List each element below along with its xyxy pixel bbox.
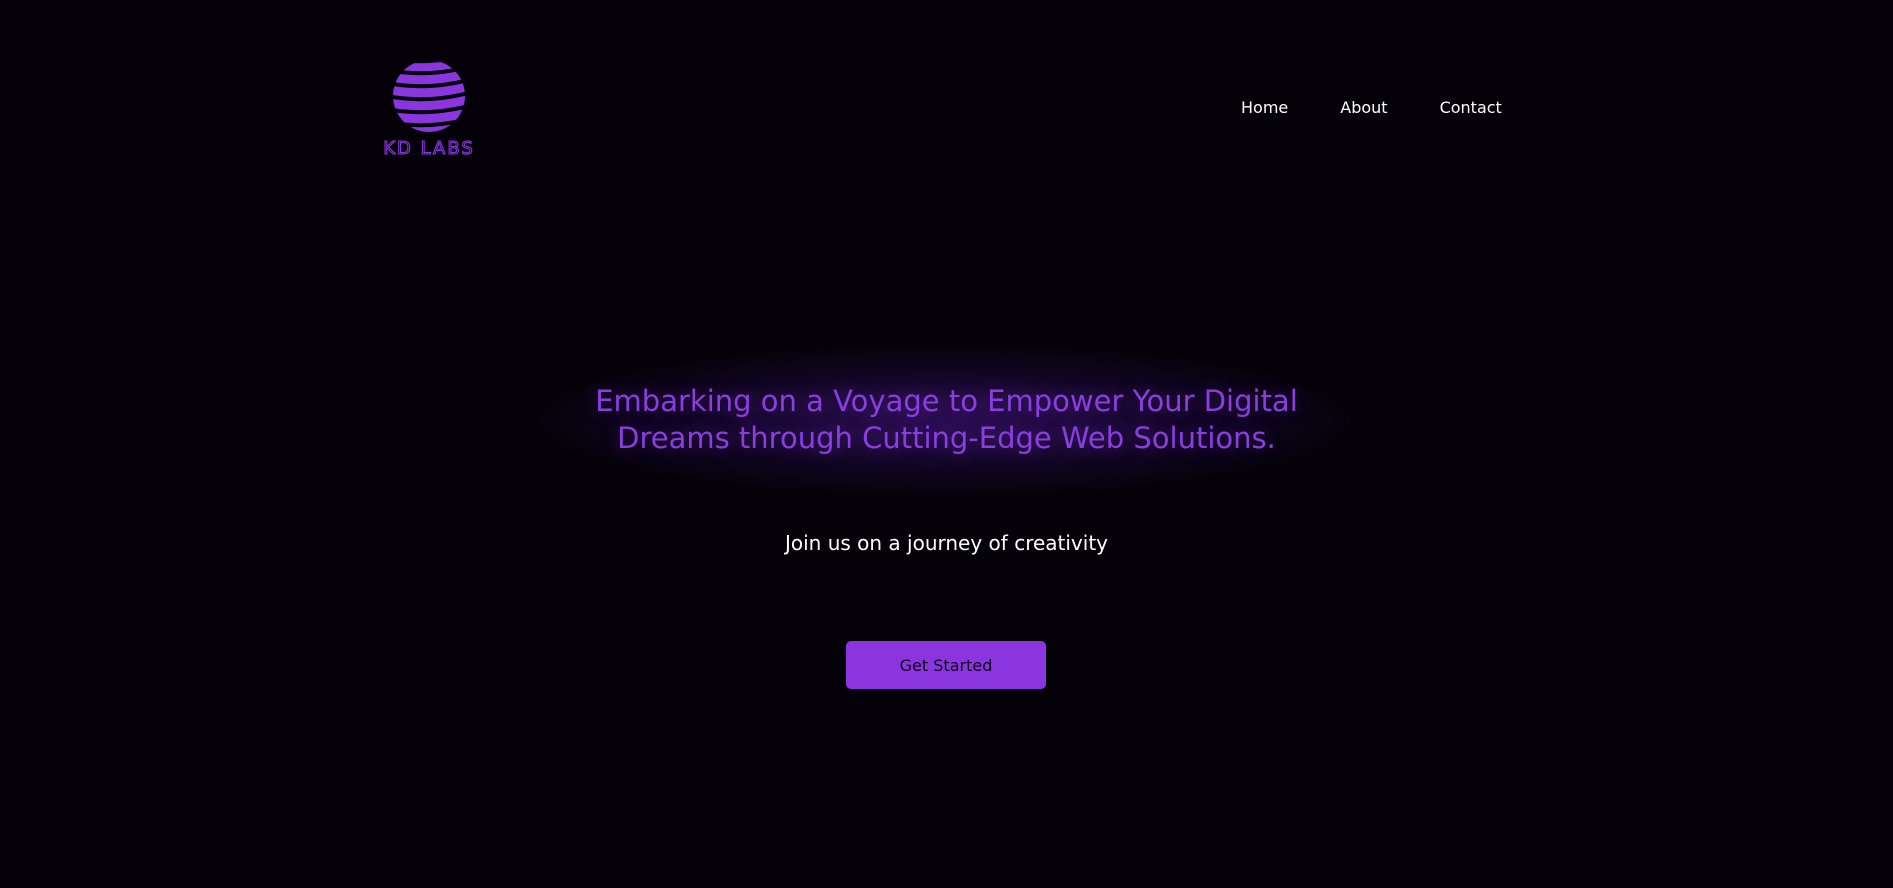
brand-wordmark: KD LABS (383, 138, 475, 159)
hero-headline-line-1: Embarking on a Voyage to Empower Your Di… (595, 384, 1298, 418)
nav-home-link[interactable]: Home (1215, 98, 1314, 118)
hero-tagline: Join us on a journey of creativity (784, 531, 1109, 555)
nav-contact-link[interactable]: Contact (1414, 98, 1528, 118)
hero-headline: Embarking on a Voyage to Empower Your Di… (0, 383, 1893, 457)
hero-headline-line-2: Dreams through Cutting-Edge Web Solution… (617, 421, 1276, 455)
striped-globe-icon: KD LABS (383, 60, 475, 160)
nav-about-link[interactable]: About (1314, 98, 1413, 118)
main-nav: Home About Contact (1215, 98, 1528, 118)
page: KD LABS Home About Contact Embarking on … (0, 0, 1893, 888)
brand-logo[interactable]: KD LABS (376, 54, 482, 160)
get-started-button[interactable]: Get Started (846, 641, 1046, 689)
